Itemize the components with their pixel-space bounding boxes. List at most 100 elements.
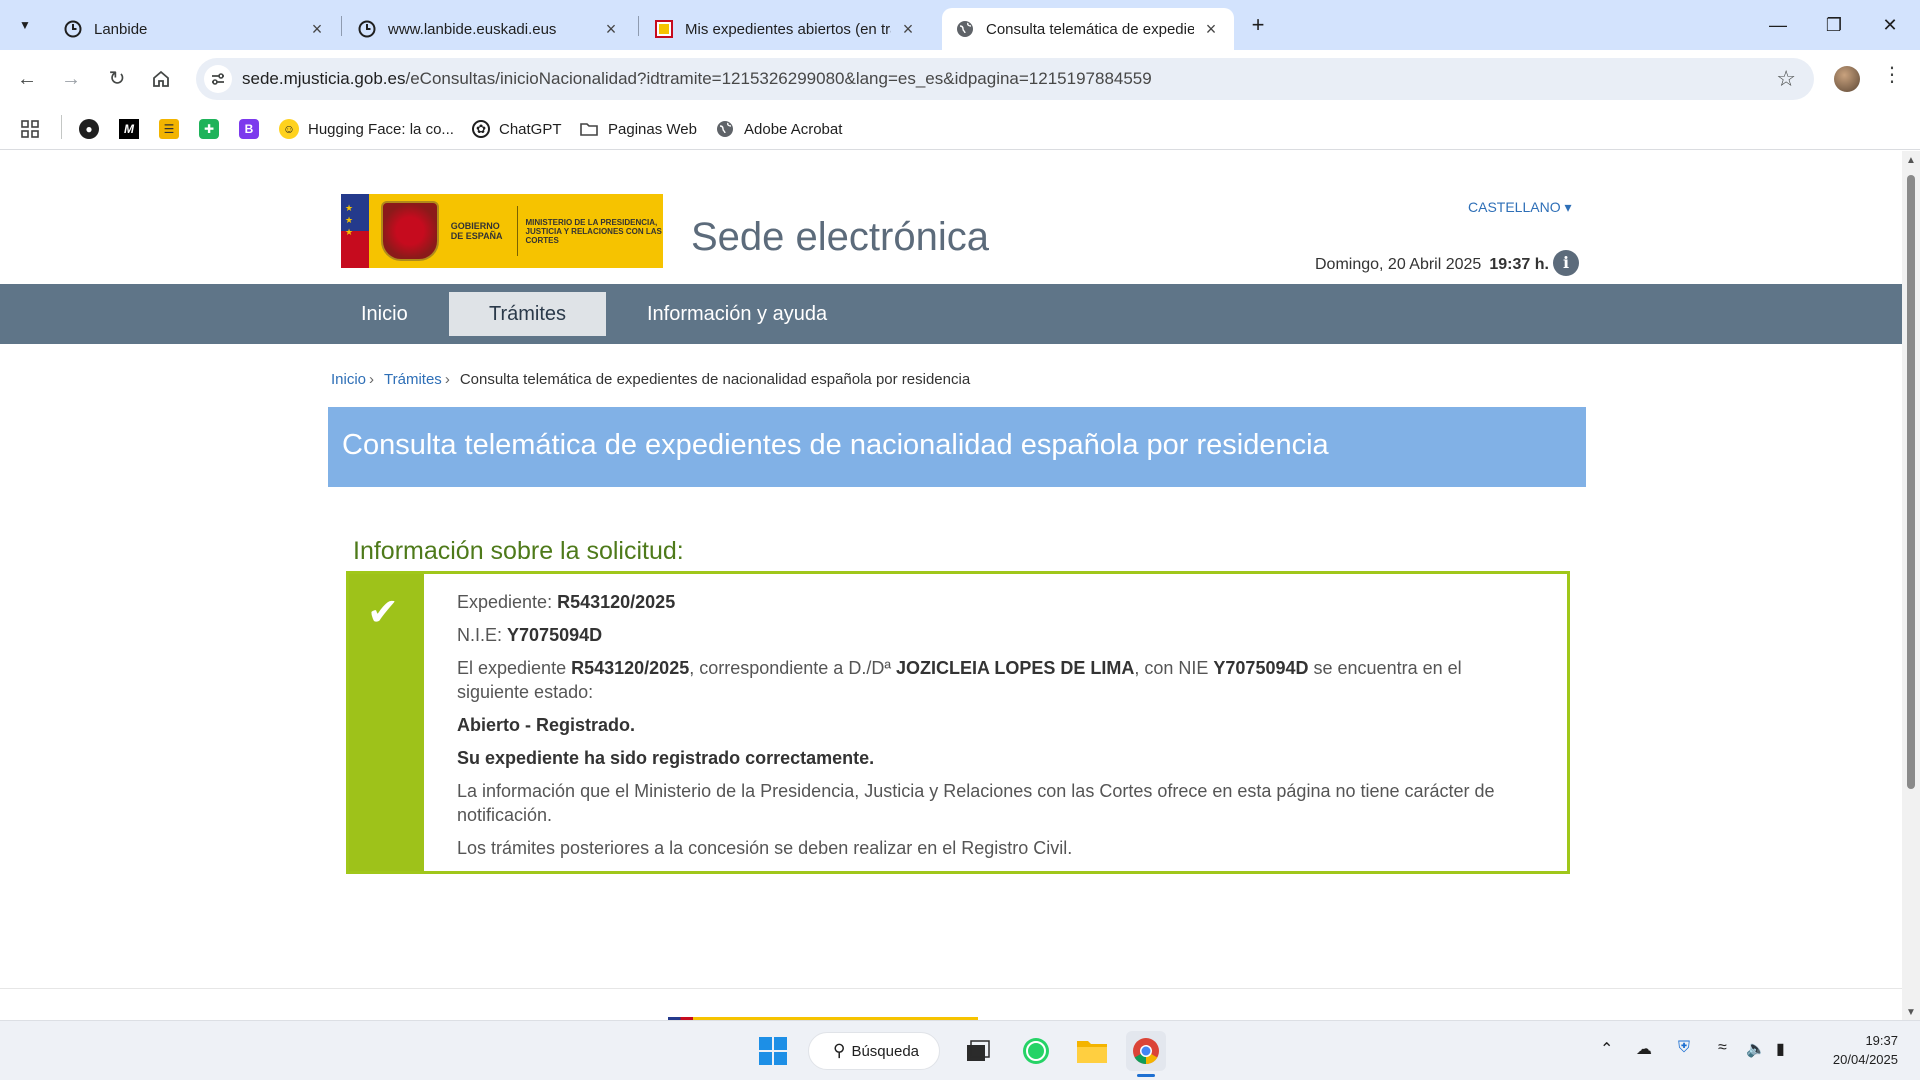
bookmark-label: Adobe Acrobat [744, 120, 843, 138]
bookmark-hugging-face[interactable]: ☺ Hugging Face: la co... [279, 118, 454, 140]
ministry-favicon-icon [655, 20, 673, 38]
close-icon[interactable]: × [308, 19, 326, 40]
coat-of-arms-icon [380, 201, 439, 261]
scroll-up-icon[interactable]: ▲ [1905, 155, 1917, 166]
arrow-left-icon: ← [17, 68, 37, 90]
browser-tab[interactable]: Lanbide × [50, 8, 340, 50]
wifi-icon[interactable]: ≈ [1718, 1039, 1727, 1057]
system-clock[interactable]: 19:37 20/04/2025 [1816, 1031, 1898, 1069]
bookmark-folder-paginas-web[interactable]: Paginas Web [579, 118, 697, 140]
taskbar-task-view[interactable] [958, 1031, 998, 1071]
breadcrumb-separator: › [369, 371, 375, 388]
page-title: Consulta telemática de expedientes de na… [342, 429, 1329, 461]
scroll-down-icon[interactable]: ▼ [1905, 1007, 1917, 1018]
tab-title: Lanbide [94, 20, 148, 38]
active-app-indicator [1137, 1074, 1155, 1077]
globe-icon [957, 21, 973, 37]
new-tab-button[interactable]: + [1244, 12, 1272, 40]
more-menu-icon[interactable]: ⋮ [1882, 62, 1902, 87]
tab-separator [638, 16, 639, 36]
bookmark-star-icon[interactable]: ☆ [1776, 66, 1796, 92]
bookmark-adobe-acrobat[interactable]: Adobe Acrobat [715, 118, 842, 140]
breadcrumb: Inicio › Trámites › Consulta telemática de e… [331, 371, 970, 388]
bookmark-label: Hugging Face: la co... [308, 120, 454, 138]
close-window-button[interactable]: ✕ [1872, 10, 1908, 40]
tab-separator [341, 16, 342, 36]
nav-tramites[interactable]: Trámites [449, 292, 606, 336]
expediente-number: R543120/2025 [571, 658, 690, 678]
security-shield-icon[interactable]: ⛨ [1678, 1039, 1690, 1057]
info-icon[interactable]: i [1553, 250, 1579, 276]
forward-button[interactable]: → [56, 64, 86, 94]
close-icon[interactable]: × [1202, 19, 1220, 40]
apps-button[interactable] [20, 118, 40, 140]
onedrive-icon[interactable]: ☁ [1636, 1039, 1652, 1059]
footer-divider [0, 988, 1902, 989]
web-page: ★ ★ ★ GOBIERNO DE ESPAÑA MINISTERIO DE LA … [0, 151, 1902, 1020]
back-button[interactable]: ← [12, 64, 42, 94]
close-icon[interactable]: × [899, 19, 917, 40]
current-time: 19:37 h. [1489, 256, 1549, 273]
reload-button[interactable]: ↻ [102, 64, 132, 94]
nav-inicio[interactable]: Inicio [321, 292, 448, 336]
browser-tab-strip: ▼ Lanbide × www.lanbide.euskadi.eus × Mi… [0, 0, 1920, 50]
restore-button[interactable]: ❐ [1816, 10, 1852, 40]
bookmark-green-app[interactable]: ✚ [199, 118, 228, 140]
nav-informacion-ayuda[interactable]: Información y ayuda [607, 292, 867, 336]
tune-icon [212, 73, 224, 85]
green-app-icon: ✚ [199, 119, 219, 139]
chevron-down-icon: ▼ [19, 18, 31, 32]
page-scrollbar[interactable]: ▲ ▼ [1902, 151, 1920, 1020]
clock-icon [358, 20, 376, 38]
expediente-number: R543120/2025 [557, 592, 676, 612]
government-logo[interactable]: ★ ★ ★ GOBIERNO DE ESPAÑA MINISTERIO DE LA … [341, 194, 663, 268]
bookmark-github[interactable]: ● [79, 118, 108, 140]
github-icon: ● [79, 119, 99, 139]
minimize-button[interactable]: — [1760, 10, 1796, 40]
sentence-part: , correspondiente a D./Dª [689, 658, 891, 678]
tray-overflow-icon[interactable]: ⌃ [1600, 1039, 1613, 1059]
volume-icon[interactable]: 🔈 [1746, 1039, 1766, 1059]
tab-search-button[interactable]: ▼ [8, 10, 42, 40]
site-info-button[interactable] [204, 65, 232, 93]
taskbar-whatsapp[interactable] [1016, 1031, 1056, 1071]
medium-icon: M [119, 119, 139, 139]
current-date: Domingo, 20 Abril 2025 [1315, 256, 1482, 273]
address-bar[interactable]: sede.mjusticia.gob.es/eConsultas/inicioN… [196, 58, 1814, 100]
bookmark-stack[interactable]: ☰ [159, 118, 188, 140]
result-details: Expediente: R543120/2025 N.I.E: Y7075094… [457, 590, 1537, 869]
taskbar-chrome[interactable] [1126, 1031, 1166, 1071]
profile-avatar[interactable] [1834, 66, 1860, 92]
taskbar-file-explorer[interactable] [1072, 1031, 1112, 1071]
folder-icon [1077, 1041, 1107, 1063]
scrollbar-thumb[interactable] [1907, 175, 1915, 789]
notice-registro-civil: Los trámites posteriores a la concesión … [457, 838, 1073, 858]
holder-name: JOZICLEIA LOPES DE LIMA [896, 658, 1135, 678]
sentence-part: El expediente [457, 658, 567, 678]
expediente-line: Expediente: R543120/2025 [457, 590, 1537, 614]
bookmark-medium[interactable]: M [119, 118, 148, 140]
status-sentence: El expediente R543120/2025, correspondie… [457, 656, 1537, 704]
battery-icon[interactable]: ▮ [1776, 1039, 1785, 1059]
close-icon[interactable]: × [602, 19, 620, 40]
folder-icon [580, 123, 598, 136]
bookmark-b-app[interactable]: B [239, 118, 268, 140]
start-button[interactable] [753, 1031, 793, 1071]
browser-tab-active[interactable]: Consulta telemática de expedie × [942, 8, 1234, 50]
page-title-band: Consulta telemática de expedientes de na… [328, 407, 1586, 487]
browser-tab[interactable]: Mis expedientes abiertos (en trá × [641, 8, 931, 50]
breadcrumb-link[interactable]: Trámites [384, 371, 442, 388]
request-info-heading: Información sobre la solicitud: [353, 537, 684, 565]
reload-icon: ↻ [108, 68, 126, 90]
url-path: /eConsultas/inicioNacionalidad?idtramite… [405, 69, 1152, 88]
bookmark-chatgpt[interactable]: ✿ ChatGPT [472, 118, 562, 140]
stack-icon: ☰ [159, 119, 179, 139]
taskbar-search[interactable]: ⚲ Búsqueda [808, 1032, 940, 1070]
browser-tab[interactable]: www.lanbide.euskadi.eus × [344, 8, 634, 50]
logo-text-ministerio: MINISTERIO DE LA PRESIDENCIA, JUSTICIA Y… [525, 217, 662, 245]
home-button[interactable] [146, 64, 176, 94]
checkmark-icon: ✔ [367, 592, 399, 634]
language-selector[interactable]: CASTELLANO ▾ [1468, 199, 1572, 216]
breadcrumb-link[interactable]: Inicio [331, 371, 366, 388]
breadcrumb-separator: › [444, 371, 450, 388]
